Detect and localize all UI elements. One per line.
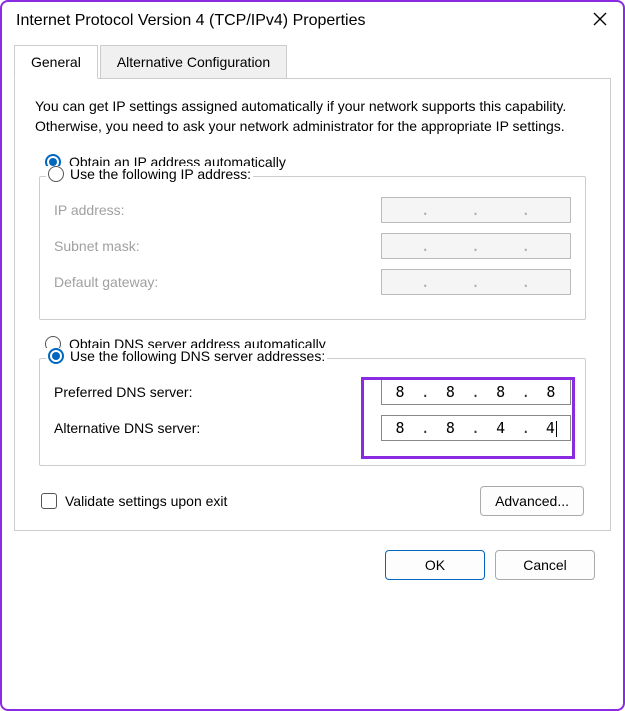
dialog-footer: OK Cancel [14,531,611,580]
advanced-button[interactable]: Advanced... [480,486,584,516]
close-icon[interactable] [591,10,609,31]
radio-dns-manual[interactable] [48,348,64,364]
window-title: Internet Protocol Version 4 (TCP/IPv4) P… [16,12,365,30]
ip-address-label: IP address: [54,202,125,218]
radio-ip-manual-label: Use the following IP address: [70,166,251,182]
validate-checkbox-row[interactable]: Validate settings upon exit [41,493,227,509]
tab-alternative[interactable]: Alternative Configuration [100,45,287,78]
ip-address-input: . . . [381,197,571,223]
validate-checkbox[interactable] [41,493,57,509]
radio-dns-manual-label: Use the following DNS server addresses: [70,348,325,364]
default-gateway-input: . . . [381,269,571,295]
alternative-dns-label: Alternative DNS server: [54,420,200,436]
preferred-dns-input[interactable]: 8. 8. 8. 8 [381,379,571,405]
default-gateway-label: Default gateway: [54,274,158,290]
titlebar: Internet Protocol Version 4 (TCP/IPv4) P… [2,2,623,35]
cancel-button[interactable]: Cancel [495,550,595,580]
radio-ip-manual-row[interactable]: Use the following IP address: [46,166,253,182]
ok-button[interactable]: OK [385,550,485,580]
tab-general[interactable]: General [14,45,98,79]
subnet-mask-label: Subnet mask: [54,238,140,254]
subnet-mask-input: . . . [381,233,571,259]
alternative-dns-input[interactable]: 8. 8. 4. 4 [381,415,571,441]
validate-label: Validate settings upon exit [65,493,227,509]
text-caret [556,421,557,437]
ip-group: Use the following IP address: IP address… [39,176,586,320]
preferred-dns-label: Preferred DNS server: [54,384,192,400]
tabs: General Alternative Configuration [14,45,611,79]
intro-text: You can get IP settings assigned automat… [35,97,590,136]
radio-ip-manual[interactable] [48,166,64,182]
dns-group: Use the following DNS server addresses: … [39,358,586,466]
tab-pane-general: You can get IP settings assigned automat… [14,79,611,531]
radio-dns-manual-row[interactable]: Use the following DNS server addresses: [46,348,327,364]
